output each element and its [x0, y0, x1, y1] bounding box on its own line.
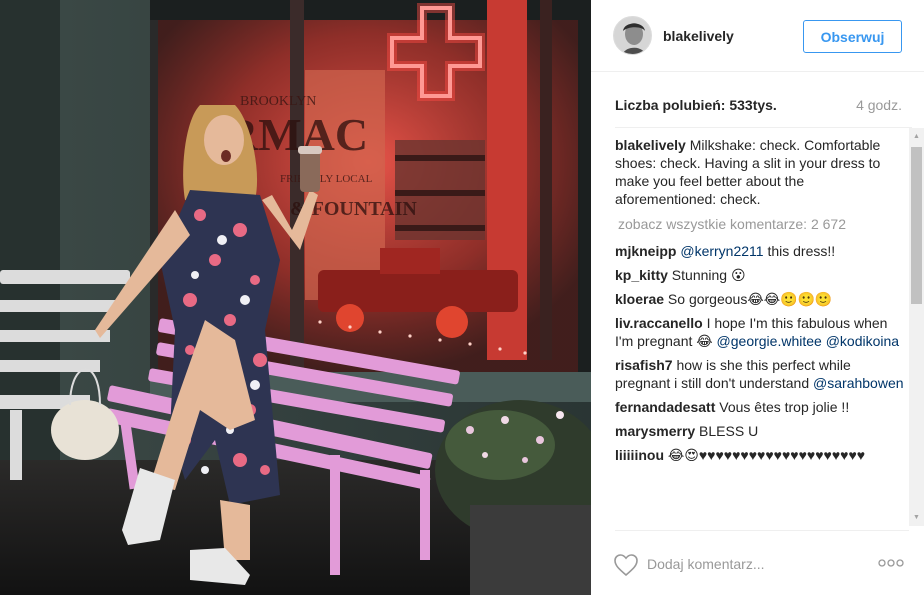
comment-item: kp_kitty Stunning 😮 — [615, 266, 905, 284]
comment-text: 😂😍♥♥♥♥♥♥♥♥♥♥♥♥♥♥♥♥♥♥♥♥ — [664, 447, 866, 463]
avatar[interactable] — [613, 16, 652, 55]
scroll-down-arrow-icon[interactable]: ▼ — [909, 509, 924, 526]
sign-text-3: FRIENDLY LOCAL — [280, 173, 373, 185]
avatar-image — [614, 17, 651, 54]
post-footer — [591, 531, 924, 595]
comment-username[interactable]: fernandadesatt — [615, 399, 715, 415]
divider — [615, 127, 912, 128]
comment-mention[interactable]: @kodikoina — [826, 333, 899, 349]
post-sidebar: blakelively Obserwuj Liczba polubień: 53… — [591, 0, 924, 595]
caption-username[interactable]: blakelively — [615, 137, 686, 153]
comment-username[interactable]: mjkneipp — [615, 243, 676, 259]
sign-text-1: BROOKLYN — [240, 94, 316, 109]
comment-item: liv.raccanello I hope I'm this fabulous … — [615, 314, 905, 350]
comment-mention[interactable]: @georgie.whitee — [717, 333, 822, 349]
comment-username[interactable]: liiiiinou — [615, 447, 664, 463]
comment-text: Stunning 😮 — [667, 267, 746, 283]
post-photo[interactable]: BROOKLYN RMAC FRIENDLY LOCAL & FOUNTAIN — [0, 0, 591, 595]
post-header: blakelively Obserwuj — [591, 0, 924, 72]
scroll-up-arrow-icon[interactable]: ▲ — [909, 128, 924, 145]
likes-count[interactable]: Liczba polubień: 533tys. — [615, 97, 777, 113]
more-options-icon[interactable] — [878, 554, 904, 572]
comment-username[interactable]: kloerae — [615, 291, 664, 307]
heart-icon[interactable] — [613, 553, 639, 577]
comment-text: So gorgeous😂😂🙂🙂🙂 — [664, 291, 833, 307]
comment-username[interactable]: kp_kitty — [615, 267, 668, 283]
comment-username[interactable]: marysmerry — [615, 423, 695, 439]
post-time[interactable]: 4 godz. — [856, 97, 902, 113]
follow-button[interactable]: Obserwuj — [803, 20, 902, 53]
comment-text: Vous êtes trop jolie !! — [715, 399, 850, 415]
likes-row: Liczba polubień: 533tys. 4 godz. — [615, 97, 902, 115]
comment-username[interactable]: liv.raccanello — [615, 315, 703, 331]
comment-text: BLESS U — [695, 423, 759, 439]
comment-item: marysmerry BLESS U — [615, 422, 905, 440]
comment-item: liiiiinou 😂😍♥♥♥♥♥♥♥♥♥♥♥♥♥♥♥♥♥♥♥♥ — [615, 446, 905, 464]
load-more-comments[interactable]: zobacz wszystkie komentarze: 2 672 — [618, 215, 905, 233]
post-caption: blakelively Milkshake: check. Comfortabl… — [615, 136, 905, 208]
comment-mention[interactable]: @kerryn2211 — [680, 243, 763, 259]
photo-illustration: BROOKLYN RMAC FRIENDLY LOCAL & FOUNTAIN — [0, 0, 591, 595]
comment-text: this dress!! — [763, 243, 836, 259]
comment-mention[interactable]: @sarahbowen — [813, 375, 904, 391]
comments-list: blakelively Milkshake: check. Comfortabl… — [615, 136, 905, 524]
comment-username[interactable]: risafish7 — [615, 357, 673, 373]
comment-input[interactable] — [647, 551, 862, 577]
scroll-thumb[interactable] — [911, 147, 922, 304]
comment-item: mjkneipp @kerryn2211 this dress!! — [615, 242, 905, 260]
comment-item: risafish7 how is she this perfect while … — [615, 356, 905, 392]
comment-item: kloerae So gorgeous😂😂🙂🙂🙂 — [615, 290, 905, 308]
username[interactable]: blakelively — [663, 28, 734, 44]
comment-item: fernandadesatt Vous êtes trop jolie !! — [615, 398, 905, 416]
comments-scrollbar[interactable]: ▲ ▼ — [909, 128, 924, 526]
instagram-post: BROOKLYN RMAC FRIENDLY LOCAL & FOUNTAIN — [0, 0, 924, 595]
